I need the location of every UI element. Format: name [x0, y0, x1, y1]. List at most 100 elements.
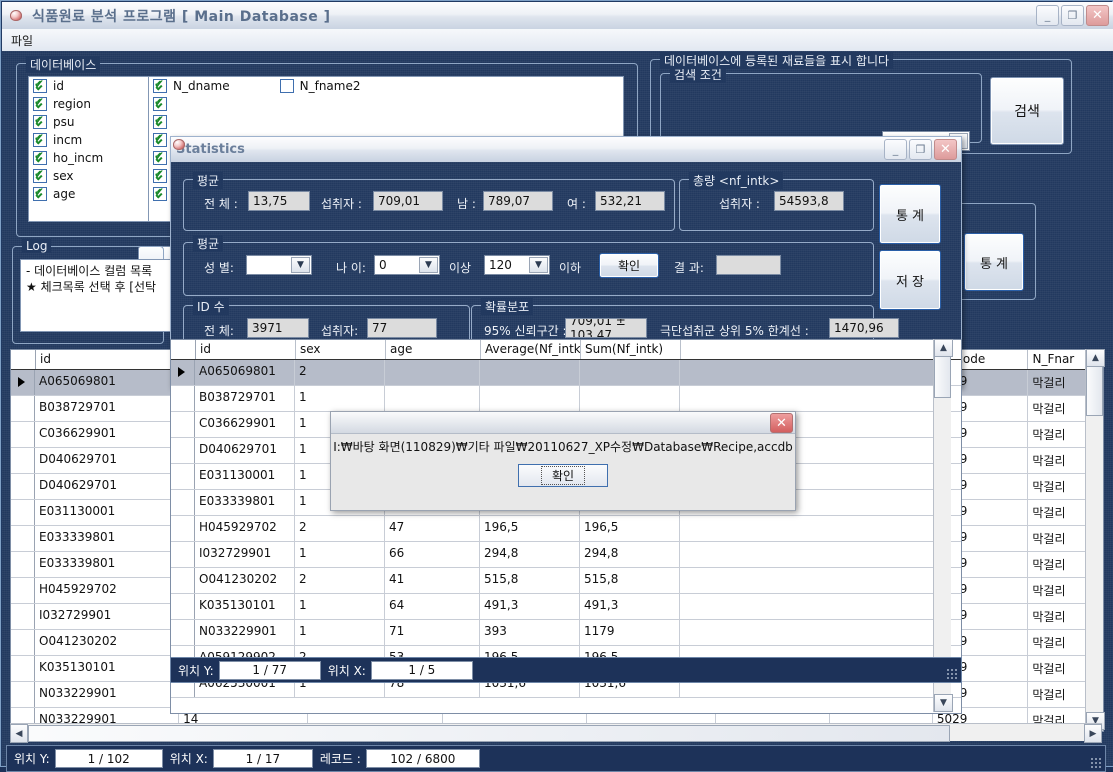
row-header-cell[interactable] — [171, 438, 195, 463]
table-cell[interactable]: I032729901 — [35, 604, 180, 629]
table-cell[interactable]: E031130001 — [35, 500, 180, 525]
table-cell[interactable]: C036629901 — [35, 422, 180, 447]
chevron-down-icon[interactable]: ▼ — [529, 257, 548, 273]
table-cell[interactable] — [385, 386, 480, 411]
checkbox-row[interactable]: psu — [29, 113, 149, 131]
table-cell[interactable] — [385, 360, 480, 385]
table-row[interactable]: A065069801 2 — [171, 360, 961, 386]
row-header-cell[interactable] — [11, 474, 35, 499]
row-header-cell[interactable] — [11, 526, 35, 551]
table-cell[interactable]: 2 — [295, 568, 385, 593]
checkbox-icon[interactable] — [153, 185, 167, 201]
resize-grip-icon[interactable] — [946, 668, 958, 680]
scroll-down-button[interactable]: ▼ — [934, 694, 953, 712]
table-cell[interactable]: 196,5 — [480, 516, 580, 541]
row-header-cell[interactable] — [11, 396, 35, 421]
table-cell[interactable]: B038729701 — [35, 396, 180, 421]
table-cell[interactable]: D040629701 — [35, 448, 180, 473]
table-cell[interactable] — [680, 620, 944, 645]
row-header-cell[interactable] — [11, 552, 35, 577]
table-cell[interactable]: 66 — [385, 542, 480, 567]
checkbox-row[interactable]: sex — [29, 167, 149, 185]
table-row[interactable]: K035130101 1 64 491,3 491,3 — [171, 594, 961, 620]
stat-header-sex[interactable]: sex — [296, 340, 386, 359]
table-cell[interactable]: 491,3 — [480, 594, 580, 619]
stat-header-age[interactable]: age — [386, 340, 481, 359]
table-cell[interactable]: A065069801 — [195, 360, 295, 385]
table-cell[interactable]: 294,8 — [580, 542, 680, 567]
stat-header-sum[interactable]: Sum(Nf_intk) — [581, 340, 681, 359]
table-cell[interactable] — [680, 360, 944, 385]
table-cell[interactable]: E031130001 — [195, 464, 295, 489]
table-cell[interactable] — [680, 386, 944, 411]
chevron-down-icon[interactable]: ▼ — [419, 257, 438, 273]
message-box-close-button[interactable]: ✕ — [770, 413, 793, 433]
table-cell[interactable] — [580, 386, 680, 411]
table-cell[interactable] — [680, 594, 944, 619]
table-cell[interactable]: N033229901 — [195, 620, 295, 645]
menu-item-file[interactable]: 파일 — [2, 30, 42, 51]
checkbox-icon[interactable] — [153, 77, 167, 93]
scroll-thumb[interactable] — [934, 356, 951, 398]
table-cell[interactable]: 1 — [295, 594, 385, 619]
minimize-button[interactable]: _ — [1036, 5, 1059, 26]
search-button[interactable]: 검색 — [990, 77, 1064, 145]
table-cell[interactable]: K035130101 — [195, 594, 295, 619]
scroll-left-button[interactable]: ◀ — [10, 724, 28, 743]
statistics-stats-button[interactable]: 통 계 — [879, 184, 941, 244]
row-header-cell[interactable] — [171, 490, 195, 515]
age-from-combo[interactable]: 0 ▼ — [374, 255, 440, 275]
row-header-cell[interactable] — [171, 542, 195, 567]
table-cell[interactable]: O041230202 — [35, 630, 180, 655]
table-cell[interactable]: 1 — [295, 386, 385, 411]
table-row[interactable]: I032729901 1 66 294,8 294,8 — [171, 542, 961, 568]
row-header-cell[interactable] — [11, 604, 35, 629]
checkbox-row[interactable]: incm — [29, 131, 149, 149]
checkbox-icon[interactable] — [33, 149, 47, 165]
scroll-up-button[interactable]: ▲ — [934, 339, 953, 357]
log-textarea[interactable]: - 데이터베이스 컬럼 목록 ★ 체크목록 선택 후 [선탁 — [20, 259, 182, 332]
checkbox-row[interactable] — [149, 113, 623, 131]
grid-header-id[interactable]: id — [36, 350, 181, 369]
table-cell[interactable]: B038729701 — [195, 386, 295, 411]
main-grid-hscrollbar[interactable]: ◀ ▶ — [10, 723, 1102, 743]
checkbox-icon[interactable] — [33, 95, 47, 111]
table-cell[interactable]: D040629701 — [35, 474, 180, 499]
age-to-combo[interactable]: 120 ▼ — [484, 255, 550, 275]
row-header-cell[interactable] — [11, 422, 35, 447]
checkbox-icon[interactable] — [33, 131, 47, 147]
row-header-cell[interactable] — [171, 568, 195, 593]
row-header-cell[interactable] — [171, 360, 195, 385]
row-header-cell[interactable] — [11, 500, 35, 525]
stat-header-average[interactable]: Average(Nf_intk) — [481, 340, 581, 359]
statistics-maximize-button[interactable]: ❐ — [909, 139, 932, 160]
scroll-thumb[interactable] — [1086, 366, 1103, 416]
table-cell[interactable]: C036629901 — [195, 412, 295, 437]
table-cell[interactable]: 64 — [385, 594, 480, 619]
table-cell[interactable]: E033339801 — [35, 552, 180, 577]
table-cell[interactable]: 47 — [385, 516, 480, 541]
table-row[interactable]: H045929702 2 47 196,5 196,5 — [171, 516, 961, 542]
close-button[interactable]: ✕ — [1086, 5, 1109, 26]
table-cell[interactable]: 71 — [385, 620, 480, 645]
table-cell[interactable]: 294,8 — [480, 542, 580, 567]
scroll-up-button[interactable]: ▲ — [1086, 349, 1105, 367]
checkbox-icon[interactable] — [33, 77, 47, 93]
sex-combo[interactable]: ▼ — [246, 255, 312, 275]
table-cell[interactable] — [480, 360, 580, 385]
table-cell[interactable] — [580, 360, 680, 385]
row-header-cell[interactable] — [11, 578, 35, 603]
row-header-cell[interactable] — [11, 630, 35, 655]
statistics-minimize-button[interactable]: _ — [884, 139, 907, 160]
table-cell[interactable]: N033229901 — [35, 682, 180, 707]
table-cell[interactable]: K035130101 — [35, 656, 180, 681]
checkbox-row[interactable]: age — [29, 185, 149, 203]
row-header-cell[interactable] — [11, 370, 35, 395]
scroll-right-button[interactable]: ▶ — [1084, 724, 1102, 743]
checkbox-icon[interactable] — [153, 167, 167, 183]
checkbox-row[interactable] — [149, 95, 623, 113]
main-stats-button[interactable]: 통 계 — [964, 233, 1024, 291]
table-cell[interactable] — [680, 516, 944, 541]
table-cell[interactable]: O041230202 — [195, 568, 295, 593]
row-header-cell[interactable] — [171, 464, 195, 489]
